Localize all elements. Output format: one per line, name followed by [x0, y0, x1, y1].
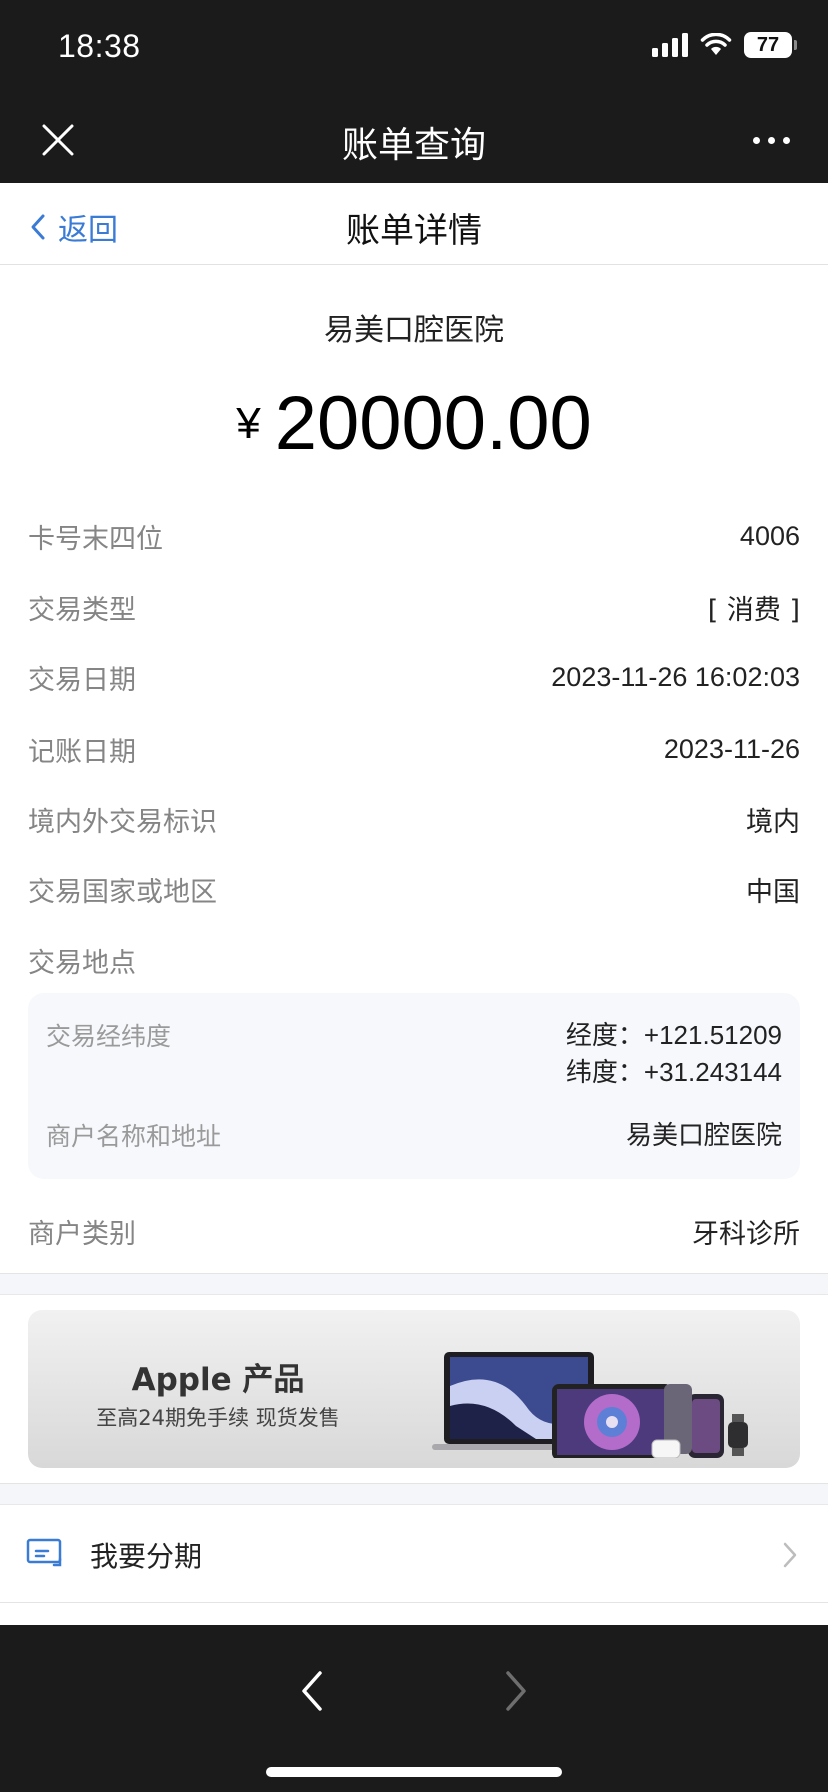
apple-promo-banner[interactable]: Apple 产品 至高24期免手续 现货发售 [28, 1310, 800, 1468]
page-header: 返回 账单详情 [0, 183, 828, 265]
battery-icon: 77 [744, 32, 797, 58]
nav-title: 账单查询 [341, 125, 486, 166]
more-icon[interactable] [753, 137, 790, 144]
browser-forward-icon[interactable] [502, 1669, 530, 1713]
detail-label: 交易类型 [28, 594, 136, 626]
merchant-address-value: 易美口腔医院 [625, 1121, 782, 1151]
top-bar: 18:38 77 账单查询 [0, 0, 828, 183]
wifi-icon [700, 33, 732, 55]
location-box: 交易经纬度 经度：+121.51209 纬度：+31.243144 商户名称和地… [28, 993, 800, 1179]
section-divider [0, 1483, 828, 1505]
installment-card-icon [26, 1538, 62, 1567]
banner-title: Apple 产品 [131, 1362, 305, 1398]
installment-row[interactable]: 我要分期 [0, 1505, 828, 1603]
status-time: 18:38 [58, 28, 141, 64]
detail-value: 2023-11-26 16:02:03 [551, 661, 800, 692]
cellular-signal-icon [652, 33, 688, 57]
amount: ¥20000.00 [0, 380, 828, 467]
detail-row-country: 交易国家或地区 中国 [28, 869, 800, 909]
home-indicator [266, 1767, 562, 1777]
installment-label: 我要分期 [90, 1540, 203, 1573]
merchant-name: 易美口腔医院 [324, 313, 504, 348]
detail-row-domestic-flag: 境内外交易标识 境内 [28, 799, 800, 839]
browser-back-icon[interactable] [298, 1669, 326, 1713]
page-title: 账单详情 [346, 211, 482, 251]
latitude-value: 纬度：+31.243144 [565, 1057, 782, 1087]
chevron-right-icon [783, 1542, 797, 1568]
detail-value: 境内 [746, 806, 800, 838]
detail-value: 牙科诊所 [692, 1218, 800, 1250]
apple-devices-image [432, 1352, 748, 1458]
detail-value: 中国 [746, 876, 800, 908]
banner-subtitle: 至高24期免手续 现货发售 [96, 1406, 340, 1430]
coords-label: 交易经纬度 [46, 1022, 172, 1051]
detail-row-category: 商户类别 牙科诊所 [28, 1211, 800, 1251]
merchant-address-label: 商户名称和地址 [46, 1122, 222, 1151]
detail-row-post-date: 记账日期 2023-11-26 [28, 729, 800, 769]
detail-row-card: 卡号末四位 4006 [28, 516, 800, 556]
detail-label: 交易地点 [28, 947, 136, 979]
detail-row-location: 交易地点 [28, 940, 800, 980]
currency-symbol: ¥ [236, 398, 261, 448]
status-indicators: 77 [652, 32, 797, 58]
amount-value: 20000.00 [274, 381, 592, 466]
detail-label: 商户类别 [28, 1218, 136, 1250]
detail-value: 2023-11-26 [663, 733, 800, 764]
section-divider [0, 1273, 828, 1295]
longitude-value: 经度：+121.51209 [565, 1020, 782, 1050]
detail-label: 交易国家或地区 [28, 876, 217, 908]
detail-label: 交易日期 [28, 664, 136, 696]
browser-bottom-bar [0, 1625, 828, 1792]
detail-row-type: 交易类型 [ 消费 ] [28, 587, 800, 627]
detail-label: 卡号末四位 [28, 523, 163, 555]
detail-label: 记账日期 [28, 736, 136, 768]
detail-value: 4006 [739, 520, 800, 551]
detail-label: 境内外交易标识 [28, 806, 217, 838]
detail-row-trade-date: 交易日期 2023-11-26 16:02:03 [28, 657, 800, 697]
detail-value: [ 消费 ] [707, 594, 800, 626]
